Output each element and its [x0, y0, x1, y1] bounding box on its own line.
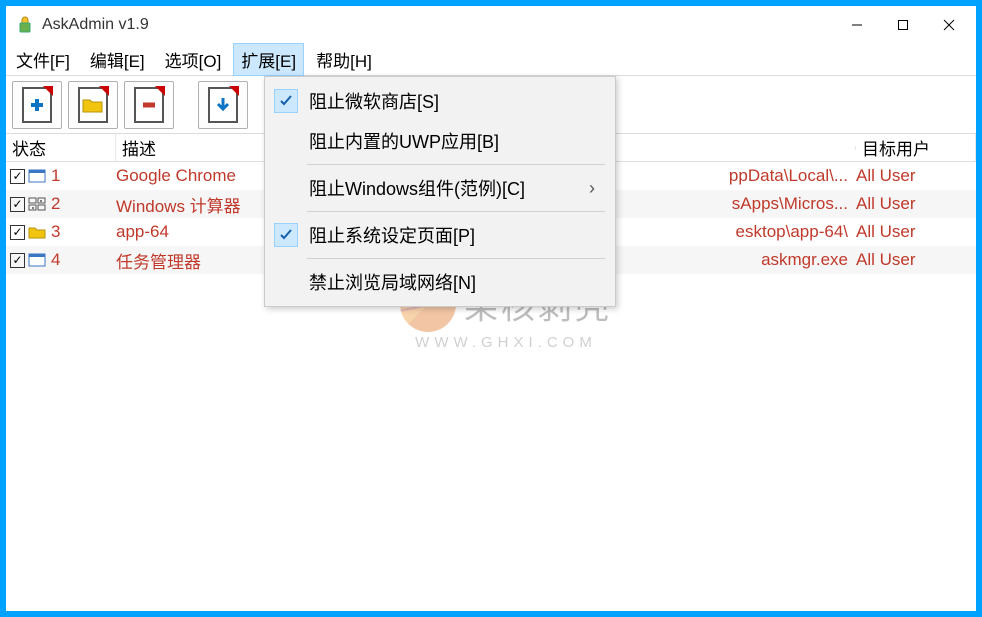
app-window: AskAdmin v1.9 文件[F]编辑[E]选项[O]扩展[E]帮助[H] …: [6, 6, 976, 611]
row-type-icon: [28, 224, 46, 240]
row-type-icon: [28, 168, 46, 184]
checkbox-icon[interactable]: ✓: [10, 225, 25, 240]
row-number: 3: [51, 222, 60, 242]
checkbox-icon[interactable]: ✓: [10, 169, 25, 184]
menu-帮助[H][interactable]: 帮助[H]: [308, 43, 380, 76]
col-status[interactable]: 状态: [6, 133, 116, 162]
menubar: 文件[F]编辑[E]选项[O]扩展[E]帮助[H]: [6, 44, 976, 76]
remove-button[interactable]: [124, 81, 174, 129]
minimize-button[interactable]: [834, 9, 880, 41]
close-button[interactable]: [926, 9, 972, 41]
window-controls: [834, 9, 972, 41]
titlebar: AskAdmin v1.9: [6, 6, 976, 44]
menu-选项[O][interactable]: 选项[O]: [157, 43, 230, 76]
download-button[interactable]: [198, 81, 248, 129]
row-number: 1: [51, 166, 60, 186]
app-title: AskAdmin v1.9: [42, 16, 149, 34]
extension-menu-dropdown: 阻止微软商店[S]阻止内置的UWP应用[B] 阻止Windows组件(范例)[C]…: [264, 76, 616, 307]
row-user: All User: [856, 222, 976, 242]
row-number: 2: [51, 194, 60, 214]
row-type-icon: [28, 196, 46, 212]
app-icon: [16, 16, 34, 34]
menu-文件[F][interactable]: 文件[F]: [8, 43, 78, 76]
row-number: 4: [51, 250, 60, 270]
menu-item[interactable]: 禁止浏览局域网络[N]: [267, 262, 613, 302]
add-folder-button[interactable]: [68, 81, 118, 129]
row-user: All User: [856, 166, 976, 186]
menu-item[interactable]: 阻止内置的UWP应用[B]: [267, 121, 613, 161]
checkbox-icon[interactable]: ✓: [10, 253, 25, 268]
menu-item[interactable]: 阻止Windows组件(范例)[C]›: [267, 168, 613, 208]
row-type-icon: [28, 252, 46, 268]
row-user: All User: [856, 194, 976, 214]
menu-扩展[E][interactable]: 扩展[E]: [233, 43, 304, 76]
menu-编辑[E][interactable]: 编辑[E]: [82, 43, 153, 76]
row-user: All User: [856, 250, 976, 270]
maximize-button[interactable]: [880, 9, 926, 41]
menu-item[interactable]: 阻止系统设定页面[P]: [267, 215, 613, 255]
col-target-user[interactable]: 目标用户: [856, 133, 976, 162]
checkbox-icon[interactable]: ✓: [10, 197, 25, 212]
menu-item[interactable]: 阻止微软商店[S]: [267, 81, 613, 121]
add-file-button[interactable]: [12, 81, 62, 129]
